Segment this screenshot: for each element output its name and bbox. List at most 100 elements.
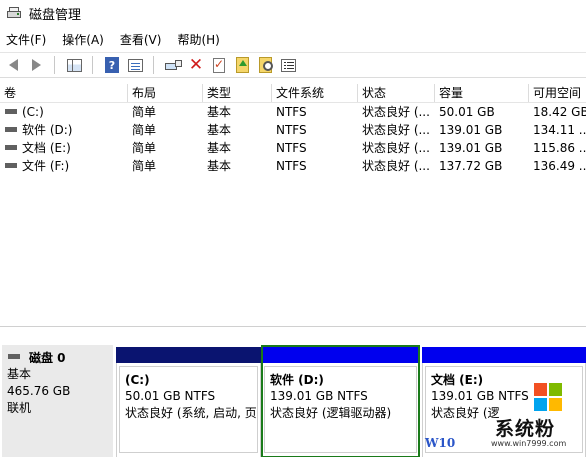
partition-c[interactable]: (C:) 50.01 GB NTFS 状态良好 (系统, 启动, 页 (116, 347, 261, 457)
volume-name: (C:) (22, 105, 44, 119)
table-row[interactable]: 软件 (D:) 简单 基本 NTFS 状态良好 (... 139.01 GB 1… (0, 121, 586, 139)
column-header-filesystem[interactable]: 文件系统 (272, 84, 358, 102)
back-icon (8, 59, 18, 71)
folder-up-icon (235, 57, 249, 73)
partition-name: 软件 (D:) (270, 373, 324, 387)
list-view-icon (280, 58, 296, 72)
partition-bar (422, 347, 586, 363)
help-button[interactable]: ? (102, 55, 122, 75)
forward-icon (31, 59, 41, 71)
partition-bar (261, 347, 420, 363)
volume-icon (5, 109, 17, 114)
windows-logo-icon (534, 383, 562, 411)
toolbar-separator (153, 56, 154, 74)
watermark-w10: W10 (425, 436, 456, 450)
layout-cell: 简单 (132, 141, 157, 155)
connect-disk-icon (165, 60, 182, 70)
filesystem-cell: NTFS (276, 141, 307, 155)
filesystem-cell: NTFS (276, 105, 307, 119)
column-header-type[interactable]: 类型 (203, 84, 272, 102)
table-row[interactable]: 文档 (E:) 简单 基本 NTFS 状态良好 (... 139.01 GB 1… (0, 139, 586, 157)
watermark-url: www.win7999.com (491, 439, 567, 448)
partition-bar (116, 347, 261, 363)
properties-button[interactable] (125, 55, 145, 75)
toolbar-separator (92, 56, 93, 74)
menu-view[interactable]: 查看(V) (114, 31, 168, 48)
type-cell: 基本 (207, 105, 232, 119)
table-header: 卷 布局 类型 文件系统 状态 容量 可用空间 (0, 84, 586, 103)
disk-name: 磁盘 0 (29, 350, 66, 365)
status-cell: 状态良好 (... (362, 123, 430, 137)
volume-icon (5, 145, 17, 150)
volume-table: 卷 布局 类型 文件系统 状态 容量 可用空间 (C:) 简单 基本 NTFS … (0, 84, 586, 175)
column-header-status[interactable]: 状态 (358, 84, 435, 102)
partition-d[interactable]: 软件 (D:) 139.01 GB NTFS 状态良好 (逻辑驱动器) (261, 345, 420, 457)
toolbar-separator (54, 56, 55, 74)
table-row[interactable]: (C:) 简单 基本 NTFS 状态良好 (... 50.01 GB 18.42… (0, 103, 586, 121)
capacity-cell: 50.01 GB (439, 105, 495, 119)
column-header-free-space[interactable]: 可用空间 (529, 84, 586, 102)
disk-management-icon (6, 6, 22, 20)
layout-cell: 简单 (132, 105, 157, 119)
window-title: 磁盘管理 (29, 7, 82, 23)
capacity-cell: 139.01 GB (439, 123, 503, 137)
watermark-brand: 系统粉 (495, 418, 556, 440)
partition-size: 139.01 GB NTFS (270, 389, 368, 403)
connect-disk-button[interactable] (163, 55, 183, 75)
menu-action[interactable]: 操作(A) (56, 31, 110, 48)
list-view-button[interactable] (278, 55, 298, 75)
check-button[interactable] (209, 55, 229, 75)
forward-button[interactable] (26, 55, 46, 75)
column-header-capacity[interactable]: 容量 (435, 84, 529, 102)
watermark: 系统粉 W10 www.win7999.com (425, 376, 586, 457)
menu-help[interactable]: 帮助(H) (171, 31, 225, 48)
delete-button[interactable]: ✕ (186, 55, 206, 75)
filesystem-cell: NTFS (276, 159, 307, 173)
disk-state: 联机 (7, 401, 32, 415)
column-header-layout[interactable]: 布局 (128, 84, 203, 102)
free-space-cell: 18.42 GB (533, 105, 586, 119)
status-cell: 状态良好 (... (362, 105, 430, 119)
menu-file[interactable]: 文件(F) (0, 31, 52, 48)
disk-icon (8, 353, 20, 359)
help-icon: ? (105, 57, 119, 73)
volume-name: 文档 (E:) (22, 141, 71, 155)
capacity-cell: 137.72 GB (439, 159, 503, 173)
type-cell: 基本 (207, 141, 232, 155)
properties-icon (127, 58, 143, 72)
partition-size: 50.01 GB NTFS (125, 389, 216, 403)
status-cell: 状态良好 (... (362, 159, 430, 173)
partition-status: 状态良好 (系统, 启动, 页 (125, 406, 257, 420)
show-hide-panel-button[interactable] (64, 55, 84, 75)
search-button[interactable] (255, 55, 275, 75)
free-space-cell: 134.11 ... (533, 123, 586, 137)
volume-icon (5, 127, 17, 132)
layout-cell: 简单 (132, 159, 157, 173)
disk-info-panel[interactable]: 磁盘 0 基本 465.76 GB 联机 (2, 345, 113, 457)
type-cell: 基本 (207, 159, 232, 173)
column-header-volume[interactable]: 卷 (0, 84, 128, 102)
table-row[interactable]: 文件 (F:) 简单 基本 NTFS 状态良好 (... 137.72 GB 1… (0, 157, 586, 175)
free-space-cell: 115.86 ... (533, 141, 586, 155)
show-hide-panel-icon (66, 58, 82, 72)
toolbar: ? ✕ (0, 52, 586, 78)
volume-name: 文件 (F:) (22, 159, 70, 173)
title-bar: 磁盘管理 (0, 0, 586, 26)
menu-bar: 文件(F) 操作(A) 查看(V) 帮助(H) (0, 29, 586, 49)
layout-cell: 简单 (132, 123, 157, 137)
partition-name: (C:) (125, 373, 150, 387)
folder-up-button[interactable] (232, 55, 252, 75)
disk-size: 465.76 GB (7, 384, 71, 398)
filesystem-cell: NTFS (276, 123, 307, 137)
disk-type: 基本 (7, 367, 32, 381)
type-cell: 基本 (207, 123, 232, 137)
free-space-cell: 136.49 ... (533, 159, 586, 173)
capacity-cell: 139.01 GB (439, 141, 503, 155)
status-cell: 状态良好 (... (362, 141, 430, 155)
volume-name: 软件 (D:) (22, 123, 73, 137)
back-button[interactable] (3, 55, 23, 75)
check-icon (213, 57, 225, 73)
search-icon (258, 57, 273, 73)
delete-icon: ✕ (188, 54, 204, 75)
partition-status: 状态良好 (逻辑驱动器) (270, 406, 392, 420)
